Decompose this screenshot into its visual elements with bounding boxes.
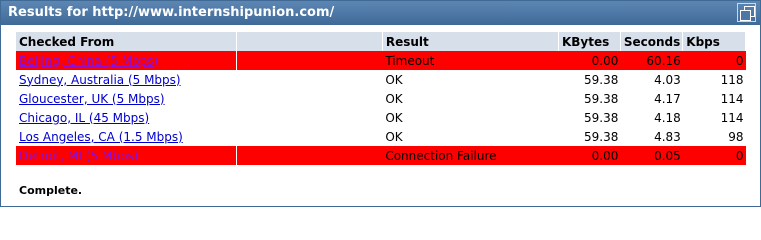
location-cell: Gloucester, UK (5 Mbps)	[16, 89, 237, 108]
restore-front-square	[740, 10, 751, 21]
panel-title: Results for http://www.internshipunion.c…	[8, 5, 335, 20]
column-header-result: Result	[382, 32, 559, 51]
location-cell: Los Angeles, CA (1.5 Mbps)	[16, 127, 237, 146]
result-cell: Timeout	[382, 51, 559, 70]
column-header-checked-from: Checked From	[16, 32, 237, 51]
table-row: Detroit, MI (5 Mbps) Connection Failure 0.…	[16, 146, 746, 165]
column-header-kbps: Kbps	[682, 32, 746, 51]
spacer-cell	[236, 89, 382, 108]
kbytes-cell: 0.00	[558, 51, 621, 70]
spacer-cell	[236, 127, 382, 146]
location-link[interactable]: Sydney, Australia (5 Mbps)	[19, 73, 181, 87]
location-cell: Beijing, China (5 Mbps)	[16, 51, 237, 70]
seconds-cell: 0.05	[620, 146, 683, 165]
seconds-cell: 60.16	[620, 51, 683, 70]
spacer-cell	[236, 146, 383, 165]
table-row: Los Angeles, CA (1.5 Mbps) OK 59.38 4.83 98	[16, 127, 746, 146]
kbps-cell: 98	[728, 129, 744, 144]
panel-header: Results for http://www.internshipunion.c…	[1, 1, 760, 25]
results-panel: Results for http://www.internshipunion.c…	[0, 0, 761, 207]
seconds-cell: 4.17	[654, 91, 681, 106]
results-table: Checked From Result KBytes Seconds Kbps …	[16, 32, 746, 165]
table-row: Beijing, China (5 Mbps) Timeout 0.00 60.16 0	[16, 51, 746, 70]
location-link[interactable]: Detroit, MI (5 Mbps)	[19, 149, 138, 163]
location-cell: Detroit, MI (5 Mbps)	[16, 146, 237, 165]
column-header-kbytes: KBytes	[558, 32, 621, 51]
restore-window-icon[interactable]	[737, 3, 756, 22]
kbytes-cell: 0.00	[558, 146, 621, 165]
table-row: Sydney, Australia (5 Mbps) OK 59.38 4.03 118	[16, 70, 746, 89]
seconds-cell: 4.83	[654, 129, 681, 144]
table-row: Chicago, IL (45 Mbps) OK 59.38 4.18 114	[16, 108, 746, 127]
location-link[interactable]: Beijing, China (5 Mbps)	[19, 54, 158, 68]
kbytes-cell: 59.38	[584, 110, 619, 125]
result-cell: Connection Failure	[382, 146, 559, 165]
kbps-cell: 0	[682, 146, 746, 165]
kbps-cell: 114	[720, 110, 744, 125]
kbytes-cell: 59.38	[584, 91, 619, 106]
kbps-cell: 0	[682, 51, 746, 70]
kbytes-cell: 59.38	[584, 129, 619, 144]
location-link[interactable]: Los Angeles, CA (1.5 Mbps)	[19, 130, 183, 144]
spacer-cell	[236, 108, 382, 127]
location-link[interactable]: Gloucester, UK (5 Mbps)	[19, 92, 165, 106]
column-header-seconds: Seconds	[620, 32, 684, 51]
table-row: Gloucester, UK (5 Mbps) OK 59.38 4.17 114	[16, 89, 746, 108]
location-cell: Sydney, Australia (5 Mbps)	[16, 70, 237, 89]
seconds-cell: 4.18	[654, 110, 681, 125]
kbps-cell: 118	[720, 72, 744, 87]
result-cell: OK	[385, 129, 403, 144]
seconds-cell: 4.03	[654, 72, 681, 87]
table-header-row: Checked From Result KBytes Seconds Kbps	[16, 32, 746, 51]
column-header-spacer	[236, 32, 383, 51]
kbps-cell: 114	[720, 91, 744, 106]
result-cell: OK	[385, 91, 403, 106]
location-cell: Chicago, IL (45 Mbps)	[16, 108, 237, 127]
result-cell: OK	[385, 72, 403, 87]
status-text: Complete.	[19, 184, 83, 197]
spacer-cell	[236, 70, 382, 89]
result-cell: OK	[385, 110, 403, 125]
location-link[interactable]: Chicago, IL (45 Mbps)	[19, 111, 149, 125]
kbytes-cell: 59.38	[584, 72, 619, 87]
spacer-cell	[236, 51, 383, 70]
